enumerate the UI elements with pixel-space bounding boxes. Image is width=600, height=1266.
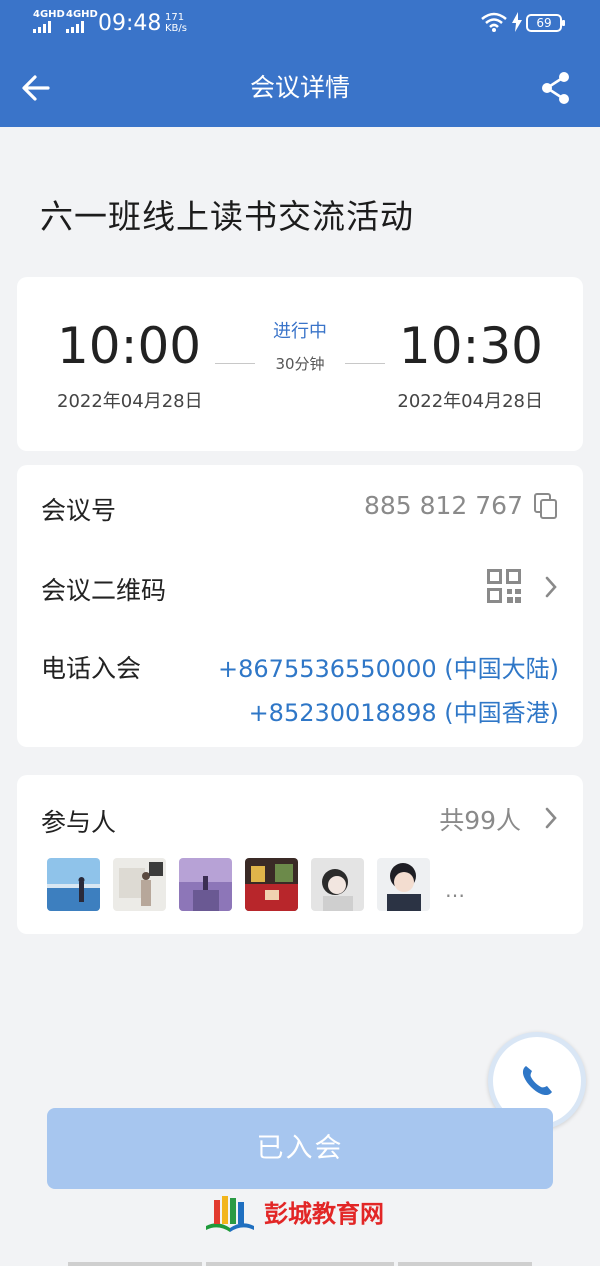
meeting-id-label: 会议号	[41, 496, 117, 525]
avatar[interactable]	[311, 858, 364, 911]
participants-count: 共99人	[439, 806, 521, 835]
meeting-info-card: 会议号 885 812 767 会议二维码 电话入会 +867553655000…	[17, 465, 583, 747]
start-date: 2022年04月28日	[57, 391, 203, 412]
avatar[interactable]	[47, 858, 100, 911]
signal-indicator-2: 4GHD	[66, 10, 98, 33]
status-bar: 4GHD 4GHD 09:48 171 KB/s 69	[0, 0, 600, 48]
share-icon[interactable]	[538, 70, 574, 106]
charging-icon	[512, 12, 522, 32]
dial-in-number-mainland[interactable]: +8675536550000 (中国大陆)	[218, 649, 559, 684]
copy-icon[interactable]	[533, 492, 559, 520]
speed-value: 171	[165, 12, 185, 23]
chevron-right-icon[interactable]	[543, 806, 559, 830]
signal-indicator-1: 4GHD	[33, 10, 65, 33]
avatar[interactable]	[179, 858, 232, 911]
more-participants-indicator: …	[445, 877, 465, 902]
nav-indicator	[398, 1262, 532, 1266]
divider-right	[345, 363, 385, 364]
battery-indicator: 69	[526, 14, 565, 32]
qr-code-icon[interactable]	[487, 569, 521, 603]
end-date: 2022年04月28日	[397, 391, 543, 412]
page-title: 会议详情	[249, 73, 350, 102]
phone-icon	[522, 1066, 552, 1096]
speed-unit: KB/s	[165, 23, 187, 34]
meeting-id-value: 885 812 767	[363, 491, 523, 520]
avatar[interactable]	[377, 858, 430, 911]
dial-in-label: 电话入会	[41, 654, 142, 683]
qr-code-label: 会议二维码	[41, 576, 167, 605]
watermark-text: 彭城教育网	[264, 1200, 384, 1228]
participants-card[interactable]: 参与人 共99人 …	[17, 775, 583, 934]
network-speed: 171 KB/s	[165, 12, 187, 34]
wifi-icon	[481, 12, 507, 32]
nav-indicator	[206, 1262, 394, 1266]
chevron-right-icon[interactable]	[543, 575, 559, 599]
participant-avatars: …	[47, 858, 465, 911]
signal-label-2: 4GHD	[66, 9, 98, 20]
avatar[interactable]	[245, 858, 298, 911]
avatar[interactable]	[113, 858, 166, 911]
time-card: 10:00 2022年04月28日 进行中 30分钟 10:30 2022年04…	[17, 277, 583, 451]
participants-label: 参与人	[41, 808, 117, 837]
dial-in-number-hongkong[interactable]: +85230018898 (中国香港)	[249, 693, 559, 728]
signal-label-1: 4GHD	[33, 9, 65, 20]
nav-indicator	[68, 1262, 202, 1266]
end-time: 10:30	[398, 317, 543, 375]
top-bar: 4GHD 4GHD 09:48 171 KB/s 69 会议详情	[0, 0, 600, 127]
clock: 09:48	[98, 11, 162, 36]
joined-button[interactable]: 已入会	[47, 1108, 553, 1189]
meeting-title: 六一班线上读书交流活动	[40, 197, 414, 236]
